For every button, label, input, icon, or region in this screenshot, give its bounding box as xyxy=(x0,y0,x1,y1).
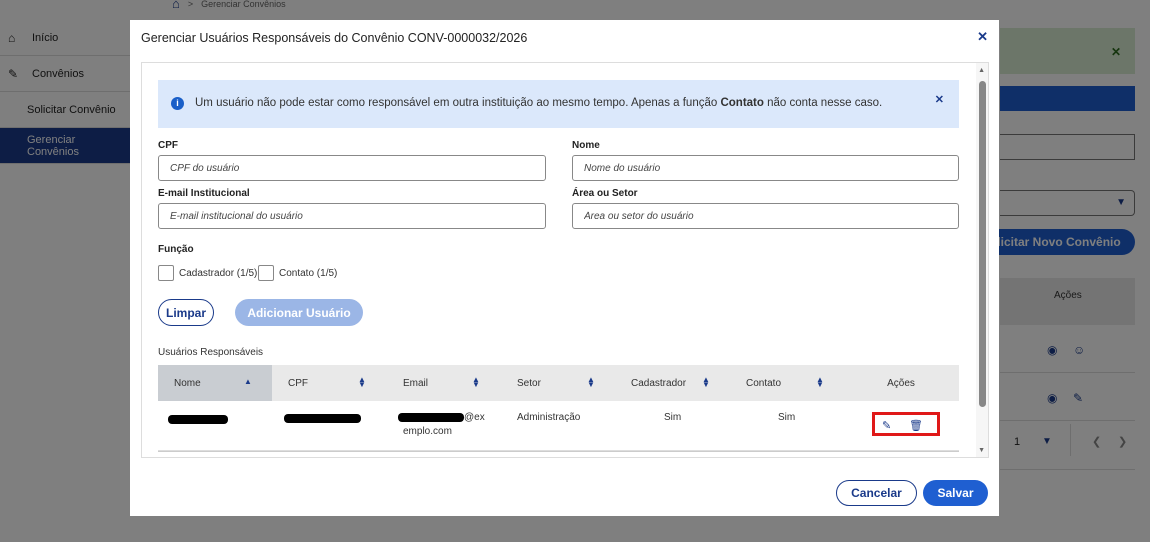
email-input[interactable] xyxy=(158,203,546,229)
contato-cell: Sim xyxy=(778,412,796,423)
table-header: Nome ▲ CPF ▲ ▼ Email ▲ ▼ Setor ▲ ▼ Cadastra… xyxy=(158,365,959,401)
nome-label: Nome xyxy=(572,140,600,151)
scrollbar[interactable]: ▲ ▼ xyxy=(976,63,988,457)
sort-icon: ▲ ▼ xyxy=(472,375,480,389)
setor-cell: Administração xyxy=(517,412,581,423)
area-input[interactable] xyxy=(572,203,959,229)
table-row: @ex emplo.com Administração Sim Sim ✎ 🗑 xyxy=(158,401,959,451)
column-header-cpf[interactable]: CPF ▲ ▼ xyxy=(272,365,386,401)
checkbox-label: Cadastrador (1/5) xyxy=(179,267,258,279)
sort-icon: ▲ ▼ xyxy=(702,375,710,389)
column-header-nome[interactable]: Nome ▲ xyxy=(158,365,272,401)
horizontal-scrollbar[interactable] xyxy=(158,451,959,457)
column-header-cadastrador[interactable]: Cadastrador ▲ ▼ xyxy=(615,365,729,401)
sort-asc-icon: ▲ xyxy=(244,377,252,386)
close-icon[interactable]: ✕ xyxy=(977,29,988,45)
column-header-setor[interactable]: Setor ▲ ▼ xyxy=(500,365,615,401)
redacted-cpf xyxy=(284,414,361,423)
table-caption: Usuários Responsáveis xyxy=(158,347,264,358)
limpar-button[interactable]: Limpar xyxy=(158,299,214,326)
checkbox-box[interactable] xyxy=(258,265,274,281)
checkbox-contato[interactable]: Contato (1/5) xyxy=(258,265,337,281)
column-header-email[interactable]: Email ▲ ▼ xyxy=(386,365,500,401)
edit-icon[interactable]: ✎ xyxy=(882,419,891,432)
scroll-up-icon[interactable]: ▲ xyxy=(978,67,985,74)
email-label: E-mail Institucional xyxy=(158,188,250,199)
sort-icon: ▲ ▼ xyxy=(816,375,824,389)
close-icon[interactable]: ✕ xyxy=(935,93,944,106)
checkbox-cadastrador[interactable]: Cadastrador (1/5) xyxy=(158,265,257,281)
cpf-input[interactable] xyxy=(158,155,546,181)
scroll-down-icon[interactable]: ▼ xyxy=(978,447,985,454)
cancel-button[interactable]: Cancelar xyxy=(836,480,917,506)
redacted-email xyxy=(398,413,464,422)
info-alert: i Um usuário não pode estar como respons… xyxy=(158,80,959,128)
cadastrador-cell: Sim xyxy=(664,412,682,423)
cpf-label: CPF xyxy=(158,140,178,151)
redacted-nome xyxy=(168,415,228,424)
email-cell: @ex xyxy=(464,412,485,423)
add-user-button[interactable]: Adicionar Usuário xyxy=(235,299,363,326)
scrollbar-thumb[interactable] xyxy=(979,81,986,407)
modal-title: Gerenciar Usuários Responsáveis do Convê… xyxy=(141,31,528,45)
column-header-contato[interactable]: Contato ▲ ▼ xyxy=(729,365,843,401)
area-label: Área ou Setor xyxy=(572,188,638,199)
modal-body: ▲ ▼ i Um usuário não pode estar como res… xyxy=(141,62,989,458)
manage-users-modal: Gerenciar Usuários Responsáveis do Convê… xyxy=(130,20,999,516)
checkbox-box[interactable] xyxy=(158,265,174,281)
actions-cell: ✎ 🗑 xyxy=(872,412,940,436)
trash-icon[interactable]: 🗑 xyxy=(909,419,923,432)
email-cell-continued: emplo.com xyxy=(403,426,452,437)
checkbox-label: Contato (1/5) xyxy=(279,267,338,279)
sort-icon: ▲ ▼ xyxy=(587,375,595,389)
info-icon: i xyxy=(171,97,184,110)
info-text: Um usuário não pode estar como responsáv… xyxy=(195,97,883,109)
save-button[interactable]: Salvar xyxy=(923,480,988,506)
funcao-label: Função xyxy=(158,244,194,255)
column-header-acoes: Ações xyxy=(887,377,915,389)
sort-icon: ▲ ▼ xyxy=(358,375,366,389)
nome-input[interactable] xyxy=(572,155,959,181)
